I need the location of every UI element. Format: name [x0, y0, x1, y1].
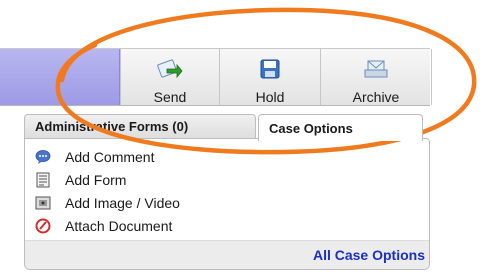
add-comment-item[interactable]: Add Comment: [25, 145, 429, 168]
panel-footer: All Case Options: [25, 240, 429, 269]
floppy-disk-icon: [260, 57, 280, 81]
attach-document-item[interactable]: Attach Document: [25, 214, 429, 237]
image-video-icon: [35, 195, 51, 211]
hold-label: Hold: [255, 89, 285, 105]
add-image-video-item[interactable]: Add Image / Video: [25, 191, 429, 214]
case-options-list: Add Comment Add Form Add Image / Video A…: [25, 139, 429, 237]
tab-administrative-forms[interactable]: Administrative Forms (0): [24, 114, 256, 138]
add-form-item[interactable]: Add Form: [25, 168, 429, 191]
toolbar-accent-block: [0, 49, 120, 105]
tab-case-options[interactable]: Case Options: [258, 114, 423, 141]
action-toolbar: Send Hold Archive: [0, 48, 432, 106]
send-button[interactable]: Send: [120, 49, 219, 105]
send-label: Send: [153, 89, 187, 105]
comment-icon: [35, 149, 51, 165]
tab-administrative-forms-label: Administrative Forms (0): [35, 119, 189, 134]
envelope-archive-icon: [364, 57, 388, 81]
archive-label: Archive: [352, 89, 400, 105]
archive-button[interactable]: Archive: [320, 49, 432, 105]
attach-document-icon: [35, 218, 51, 234]
attach-document-label: Attach Document: [65, 217, 173, 234]
add-form-label: Add Form: [65, 171, 127, 188]
add-comment-label: Add Comment: [65, 148, 155, 165]
hold-button[interactable]: Hold: [219, 49, 320, 105]
page: Send Hold Archive Administrative Forms (…: [0, 0, 483, 275]
add-image-video-label: Add Image / Video: [65, 194, 180, 211]
case-options-panel: Add Comment Add Form Add Image / Video A…: [24, 138, 430, 270]
form-icon: [35, 172, 51, 188]
tab-case-options-label: Case Options: [269, 120, 353, 136]
send-arrow-icon: [157, 57, 183, 81]
all-case-options-link[interactable]: All Case Options: [313, 247, 425, 263]
